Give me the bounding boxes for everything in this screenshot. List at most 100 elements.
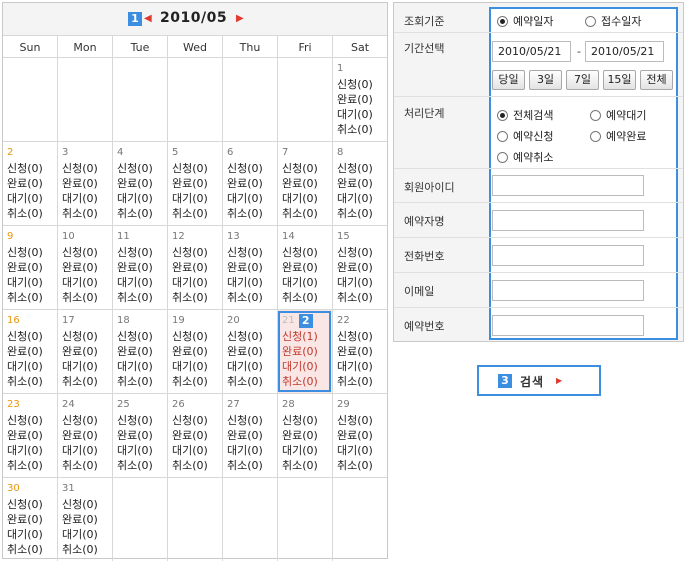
day-number: 14 <box>282 231 295 242</box>
status-radio-requested[interactable]: 예약신청 <box>497 128 553 144</box>
count-waiting: 대기(0) <box>227 192 263 205</box>
count-waiting: 대기(0) <box>62 192 98 205</box>
day-number: 17 <box>62 315 75 326</box>
count-cancelled: 취소(0) <box>62 291 98 304</box>
quick-15days-button[interactable]: 15일 <box>603 70 636 90</box>
status-radio-waiting[interactable]: 예약대기 <box>590 107 646 123</box>
date-to-input[interactable] <box>585 41 664 62</box>
search-filter-panel: 조회기준 예약일자 접수일자 기간선택 - 당일 3일 7일 15일 전체 처리… <box>393 2 684 342</box>
weekday-header: Thu <box>222 36 277 57</box>
email-input[interactable] <box>492 280 644 301</box>
day-cell[interactable]: 19 신청(0) 완료(0) 대기(0) 취소(0) <box>167 310 222 393</box>
quick-today-button[interactable]: 당일 <box>492 70 525 90</box>
day-cell[interactable]: 9 신청(0) 완료(0) 대기(0) 취소(0) <box>3 226 57 309</box>
day-cell[interactable]: 18 신청(0) 완료(0) 대기(0) 취소(0) <box>112 310 167 393</box>
day-cell[interactable]: 26 신청(0) 완료(0) 대기(0) 취소(0) <box>167 394 222 477</box>
count-requested: 신청(0) <box>62 414 98 427</box>
criteria-label: 조회기준 <box>404 15 445 28</box>
reservation-calendar: 1 ◀ 2010/05 ▶ Sun Mon Tue Wed Thu Fri Sat 1 신청(… <box>2 2 388 561</box>
count-requested: 신청(0) <box>7 330 43 343</box>
count-requested: 신청(0) <box>227 330 263 343</box>
day-cell[interactable]: 20 신청(0) 완료(0) 대기(0) 취소(0) <box>222 310 277 393</box>
count-waiting: 대기(0) <box>282 360 318 373</box>
phone-input[interactable] <box>492 245 644 266</box>
search-button[interactable]: 3 검색 ▶ <box>477 365 601 396</box>
day-cell[interactable]: 23 신청(0) 완료(0) 대기(0) 취소(0) <box>3 394 57 477</box>
day-cell[interactable]: 31 신청(0) 완료(0) 대기(0) 취소(0) <box>57 478 112 561</box>
day-cell[interactable]: 4 신청(0) 완료(0) 대기(0) 취소(0) <box>112 142 167 225</box>
day-cell[interactable]: 5 신청(0) 완료(0) 대기(0) 취소(0) <box>167 142 222 225</box>
day-cell[interactable]: 21 2 신청(1) 완료(0) 대기(0) 취소(0) <box>277 310 332 393</box>
day-cell[interactable]: 3 신청(0) 완료(0) 대기(0) 취소(0) <box>57 142 112 225</box>
day-cell[interactable]: 7 신청(0) 완료(0) 대기(0) 취소(0) <box>277 142 332 225</box>
day-number: 30 <box>7 483 20 494</box>
count-completed: 완료(0) <box>282 177 318 190</box>
day-cell[interactable]: 24 신청(0) 완료(0) 대기(0) 취소(0) <box>57 394 112 477</box>
calendar-grid: Sun Mon Tue Wed Thu Fri Sat 1 신청(0) 완료(0) 대기(0) 취소… <box>3 35 387 561</box>
criteria-radio-receipt-date[interactable]: 접수일자 <box>585 13 641 29</box>
empty-day-cell <box>3 58 57 141</box>
next-month-icon[interactable]: ▶ <box>236 11 244 27</box>
status-radio-cancelled[interactable]: 예약취소 <box>497 149 553 165</box>
empty-day-cell <box>277 478 332 561</box>
day-cell[interactable]: 17 신청(0) 완료(0) 대기(0) 취소(0) <box>57 310 112 393</box>
count-completed: 완료(0) <box>282 345 318 358</box>
status-radio-completed[interactable]: 예약완료 <box>590 128 646 144</box>
count-cancelled: 취소(0) <box>282 459 318 472</box>
member-id-label: 회원아이디 <box>404 181 455 194</box>
empty-day-cell <box>112 478 167 561</box>
day-cell[interactable]: 1 신청(0) 완료(0) 대기(0) 취소(0) <box>332 58 387 141</box>
prev-month-icon[interactable]: ◀ <box>144 11 152 27</box>
day-cell[interactable]: 10 신청(0) 완료(0) 대기(0) 취소(0) <box>57 226 112 309</box>
count-waiting: 대기(0) <box>7 276 43 289</box>
day-cell[interactable]: 25 신청(0) 완료(0) 대기(0) 취소(0) <box>112 394 167 477</box>
day-cell[interactable]: 15 신청(0) 완료(0) 대기(0) 취소(0) <box>332 226 387 309</box>
day-number: 27 <box>227 399 240 410</box>
day-cell[interactable]: 22 신청(0) 완료(0) 대기(0) 취소(0) <box>332 310 387 393</box>
day-cell[interactable]: 29 신청(0) 완료(0) 대기(0) 취소(0) <box>332 394 387 477</box>
day-cell[interactable]: 2 신청(0) 완료(0) 대기(0) 취소(0) <box>3 142 57 225</box>
count-requested: 신청(0) <box>227 246 263 259</box>
count-completed: 완료(0) <box>117 177 153 190</box>
count-waiting: 대기(0) <box>117 276 153 289</box>
date-range-separator: - <box>577 45 581 58</box>
count-requested: 신청(0) <box>172 246 208 259</box>
day-cell[interactable]: 11 신청(0) 완료(0) 대기(0) 취소(0) <box>112 226 167 309</box>
reservation-no-input[interactable] <box>492 315 644 336</box>
count-cancelled: 취소(0) <box>7 459 43 472</box>
calendar-week-row: 30 신청(0) 완료(0) 대기(0) 취소(0) 31 신청(0) 완료(0) 대기(0) 취… <box>3 477 387 561</box>
day-cell[interactable]: 14 신청(0) 완료(0) 대기(0) 취소(0) <box>277 226 332 309</box>
quick-all-button[interactable]: 전체 <box>640 70 673 90</box>
count-cancelled: 취소(0) <box>227 459 263 472</box>
count-completed: 완료(0) <box>172 345 208 358</box>
count-waiting: 대기(0) <box>117 444 153 457</box>
count-completed: 완료(0) <box>62 261 98 274</box>
day-cell[interactable]: 13 신청(0) 완료(0) 대기(0) 취소(0) <box>222 226 277 309</box>
day-cell[interactable]: 12 신청(0) 완료(0) 대기(0) 취소(0) <box>167 226 222 309</box>
day-cell[interactable]: 6 신청(0) 완료(0) 대기(0) 취소(0) <box>222 142 277 225</box>
count-requested: 신청(0) <box>337 414 373 427</box>
day-cell[interactable]: 27 신청(0) 완료(0) 대기(0) 취소(0) <box>222 394 277 477</box>
quick-3days-button[interactable]: 3일 <box>529 70 562 90</box>
day-cell[interactable]: 30 신청(0) 완료(0) 대기(0) 취소(0) <box>3 478 57 561</box>
day-cell[interactable]: 16 신청(0) 완료(0) 대기(0) 취소(0) <box>3 310 57 393</box>
count-waiting: 대기(0) <box>337 360 373 373</box>
day-cell[interactable]: 8 신청(0) 완료(0) 대기(0) 취소(0) <box>332 142 387 225</box>
status-radio-all[interactable]: 전체검색 <box>497 107 553 123</box>
count-cancelled: 취소(0) <box>117 291 153 304</box>
count-cancelled: 취소(0) <box>172 291 208 304</box>
quick-7days-button[interactable]: 7일 <box>566 70 599 90</box>
divider <box>394 168 683 169</box>
count-cancelled: 취소(0) <box>7 207 43 220</box>
member-id-input[interactable] <box>492 175 644 196</box>
day-cell[interactable]: 28 신청(0) 완료(0) 대기(0) 취소(0) <box>277 394 332 477</box>
count-requested: 신청(0) <box>172 162 208 175</box>
count-completed: 완료(0) <box>337 345 373 358</box>
count-waiting: 대기(0) <box>227 360 263 373</box>
reserver-name-input[interactable] <box>492 210 644 231</box>
reservation-no-label: 예약번호 <box>404 320 445 333</box>
criteria-radio-reserve-date[interactable]: 예약일자 <box>497 13 553 29</box>
day-number: 31 <box>62 483 75 494</box>
count-completed: 완료(0) <box>7 177 43 190</box>
date-from-input[interactable] <box>492 41 571 62</box>
